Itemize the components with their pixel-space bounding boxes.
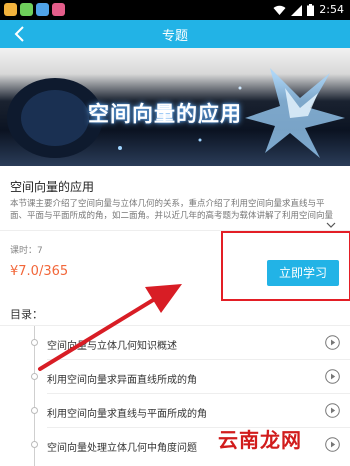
chevron-down-icon[interactable] <box>326 222 336 228</box>
app-icon-4 <box>52 3 65 16</box>
highlight-box <box>221 231 350 301</box>
play-icon[interactable] <box>325 403 340 418</box>
lesson-count: 课时：7 <box>10 246 43 256</box>
play-icon[interactable] <box>325 335 340 350</box>
app-icon-1 <box>4 3 17 16</box>
lesson-title: 利用空间向量求异面直线所成的角 <box>47 375 197 386</box>
status-bar: 2:54 <box>0 0 350 20</box>
signal-icon <box>291 4 303 16</box>
page-title: 专题 <box>161 29 188 44</box>
lesson-title: 空间向量处理立体几何中角度问题 <box>47 443 197 454</box>
lesson-title: 空间向量与立体几何知识概述 <box>47 341 177 352</box>
course-description: 本节课主要介绍了空间向量与立体几何的关系，重点介绍了利用空间向量求直线与平面、平… <box>10 199 334 221</box>
directory-label: 目录： <box>10 308 43 321</box>
app-icon-3 <box>36 3 49 16</box>
wifi-icon <box>273 5 286 15</box>
course-price: ¥7.0/365 <box>10 264 69 279</box>
banner-title: 空间向量的应用 <box>88 102 242 126</box>
play-icon[interactable] <box>325 369 340 384</box>
course-title: 空间向量的应用 <box>10 180 95 194</box>
notification-icons <box>4 3 65 16</box>
list-item[interactable]: 空间向量与立体几何知识概述 <box>0 326 350 360</box>
status-right: 2:54 <box>273 3 344 17</box>
lesson-title: 利用空间向量求直线与平面所成的角 <box>47 409 207 420</box>
play-icon[interactable] <box>325 437 340 452</box>
app-icon-2 <box>20 3 33 16</box>
watermark: 云南龙网 <box>218 428 302 452</box>
screen: 2:54 专题 空间向量的应用 空间向量的应用 本节课主要介绍了空间向量与立体几… <box>0 0 350 466</box>
battery-icon <box>307 4 315 16</box>
list-item[interactable]: 利用空间向量求直线与平面所成的角 <box>0 394 350 428</box>
clock: 2:54 <box>319 3 344 16</box>
course-banner: 空间向量的应用 <box>0 48 350 166</box>
app-bar: 专题 <box>0 20 350 48</box>
list-item[interactable]: 利用空间向量求异面直线所成的角 <box>0 360 350 394</box>
